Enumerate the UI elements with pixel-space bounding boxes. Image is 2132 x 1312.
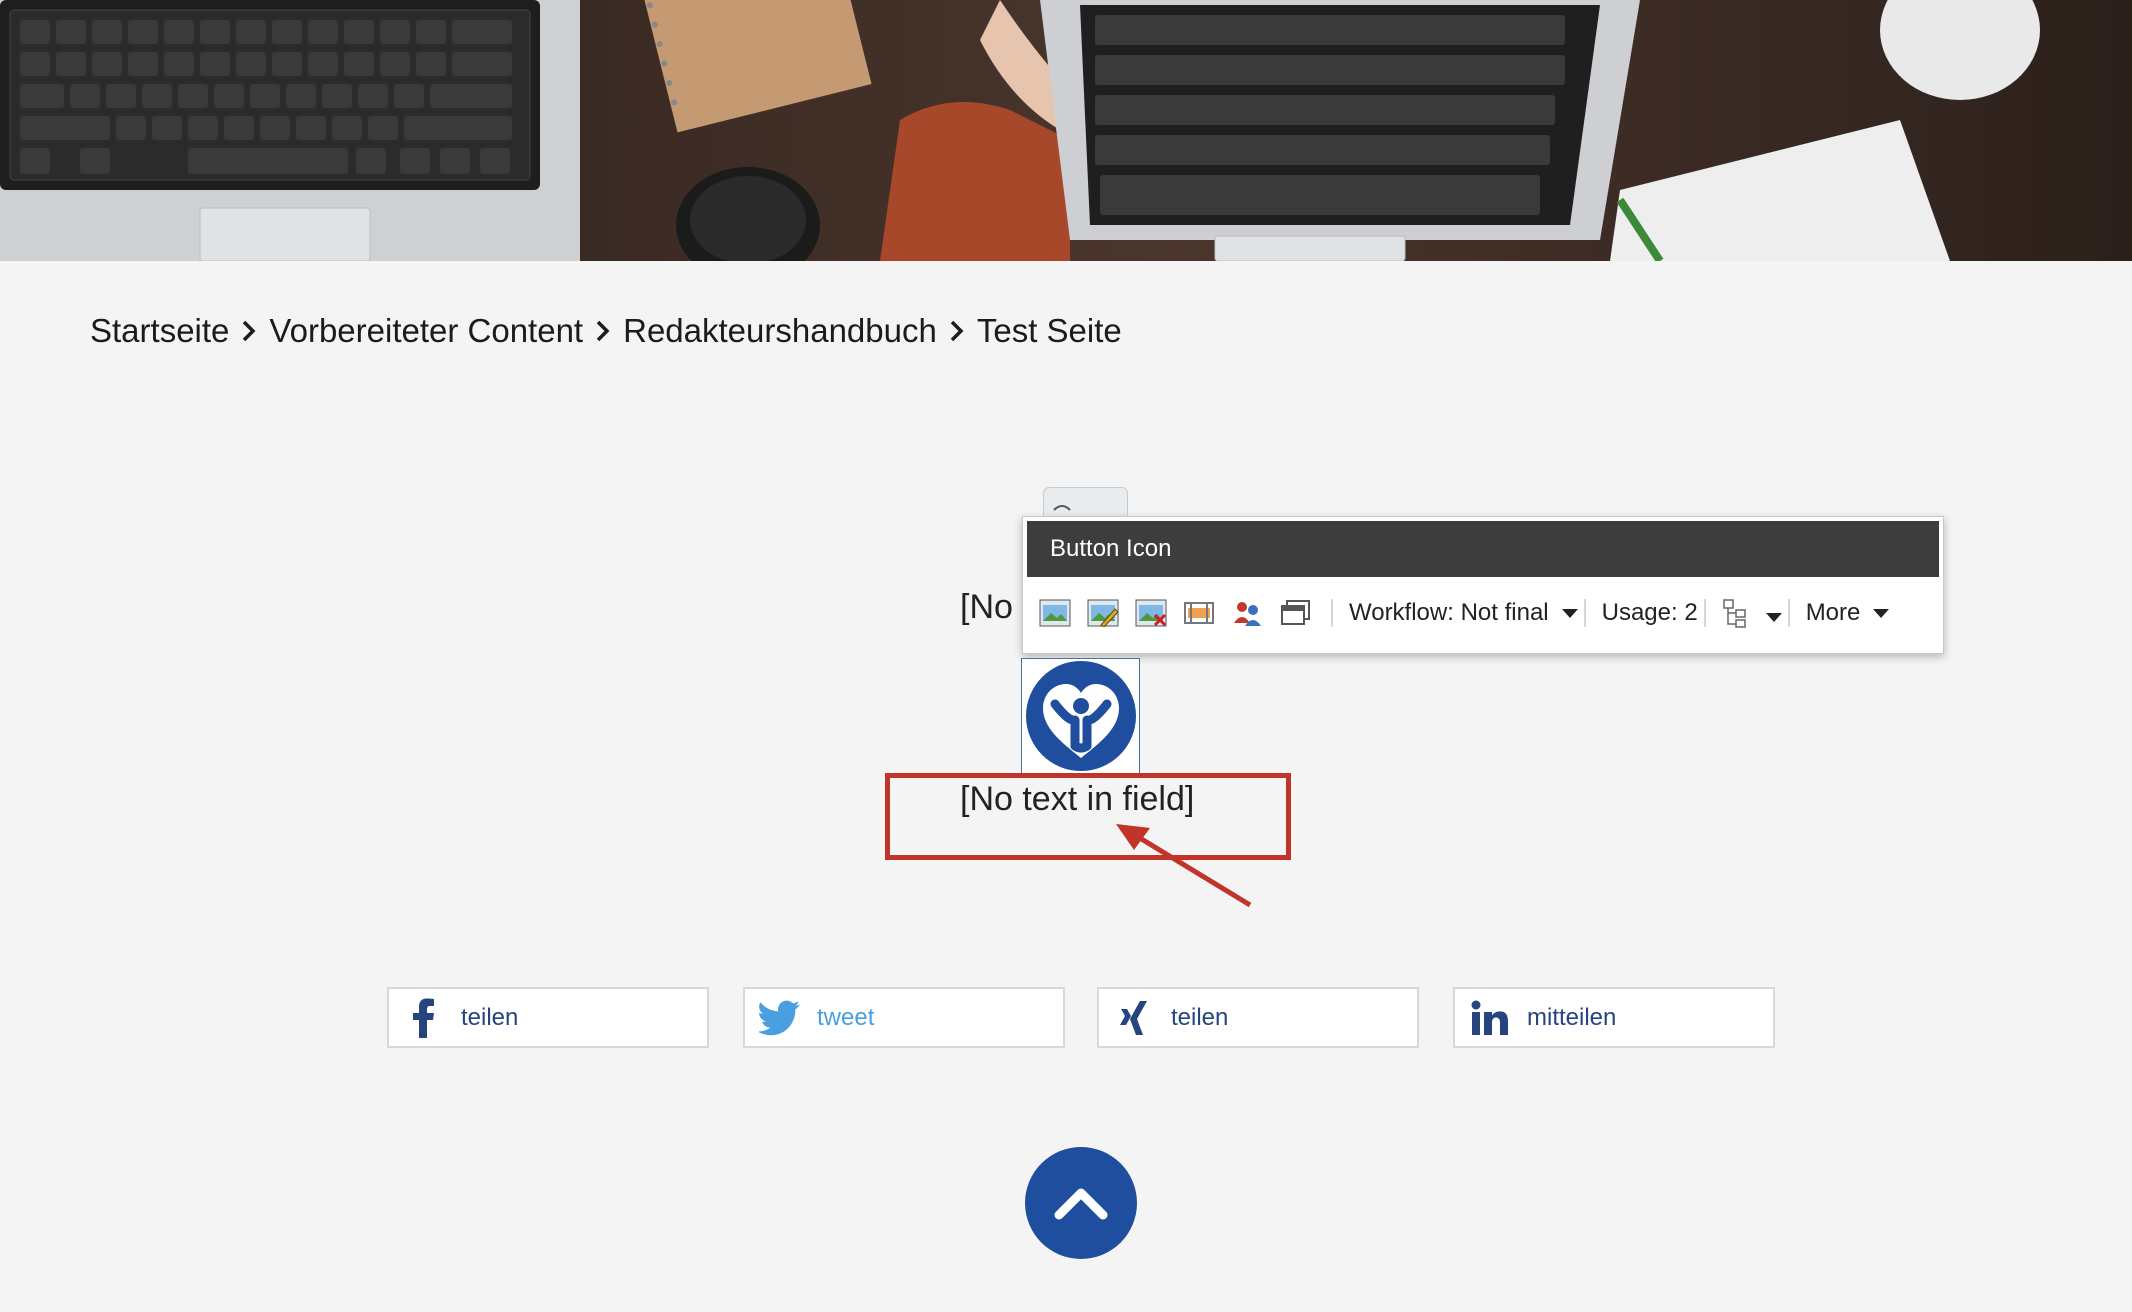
annotation-arrow-icon (1116, 824, 1252, 908)
breadcrumb-editor-handbook[interactable]: Redakteurshandbuch (623, 312, 937, 350)
chevron-right-icon (596, 320, 610, 342)
toolbar-divider (1331, 599, 1333, 627)
insert-image-icon[interactable] (1037, 596, 1073, 630)
share-xing-button[interactable]: teilen (1097, 987, 1419, 1048)
usage-button[interactable]: Usage: 2 (1602, 599, 1698, 627)
twitter-bird-icon (759, 997, 801, 1039)
hero-image (0, 0, 2132, 261)
window-icon[interactable] (1277, 596, 1313, 630)
breadcrumb: Startseite Vorbereiteter Content Redakte… (90, 312, 1122, 350)
caret-down-icon (1873, 608, 1890, 618)
more-dropdown[interactable]: More (1806, 599, 1890, 627)
empty-field-placeholder[interactable]: [No (960, 588, 1013, 627)
workflow-label: Workflow: Not final (1349, 599, 1549, 626)
toolbar-divider (1583, 599, 1586, 627)
chevron-right-icon (243, 320, 256, 342)
share-linkedin-button[interactable]: mitteilen (1453, 987, 1775, 1048)
caret-down-icon (1765, 612, 1782, 622)
toolbar-divider (1787, 599, 1790, 627)
facebook-icon (403, 997, 445, 1039)
usage-label: Usage: 2 (1601, 599, 1698, 626)
button-icon-image[interactable] (1021, 658, 1140, 774)
tree-structure-icon (1722, 599, 1746, 628)
remove-image-icon[interactable] (1133, 596, 1169, 630)
more-label: More (1805, 599, 1861, 626)
share-linkedin-label: mitteilen (1527, 1003, 1617, 1031)
workflow-dropdown[interactable]: Workflow: Not final (1349, 599, 1578, 627)
share-twitter-label: tweet (817, 1003, 875, 1031)
xing-icon (1113, 997, 1155, 1039)
breadcrumb-current-page: Test Seite (976, 312, 1122, 349)
breadcrumb-prepared-content[interactable]: Vorbereiteter Content (269, 312, 583, 350)
tree-dropdown[interactable] (1722, 598, 1782, 628)
popup-title: Button Icon (1027, 521, 1939, 577)
share-facebook-label: teilen (461, 1003, 519, 1031)
chevron-right-icon (950, 320, 964, 342)
heart-person-logo-icon (1025, 661, 1136, 771)
image-properties-icon[interactable] (1181, 596, 1217, 630)
linkedin-icon (1469, 997, 1511, 1039)
breadcrumb-home[interactable]: Startseite (90, 312, 229, 350)
share-xing-label: teilen (1171, 1003, 1229, 1031)
back-to-top-button[interactable] (1025, 1147, 1137, 1259)
share-facebook-button[interactable]: teilen (387, 987, 709, 1048)
popup-toolbar: Workflow: Not final Usage: 2 More (1037, 593, 1933, 633)
caret-down-icon (1561, 608, 1578, 618)
edit-frame-popup: Button Icon Workflow: Not final Usage: 2 (1022, 516, 1944, 654)
edit-image-icon[interactable] (1085, 596, 1121, 630)
users-icon[interactable] (1229, 596, 1265, 630)
toolbar-divider (1703, 599, 1706, 627)
share-twitter-button[interactable]: tweet (743, 987, 1065, 1048)
chevron-up-icon (1054, 1188, 1108, 1220)
